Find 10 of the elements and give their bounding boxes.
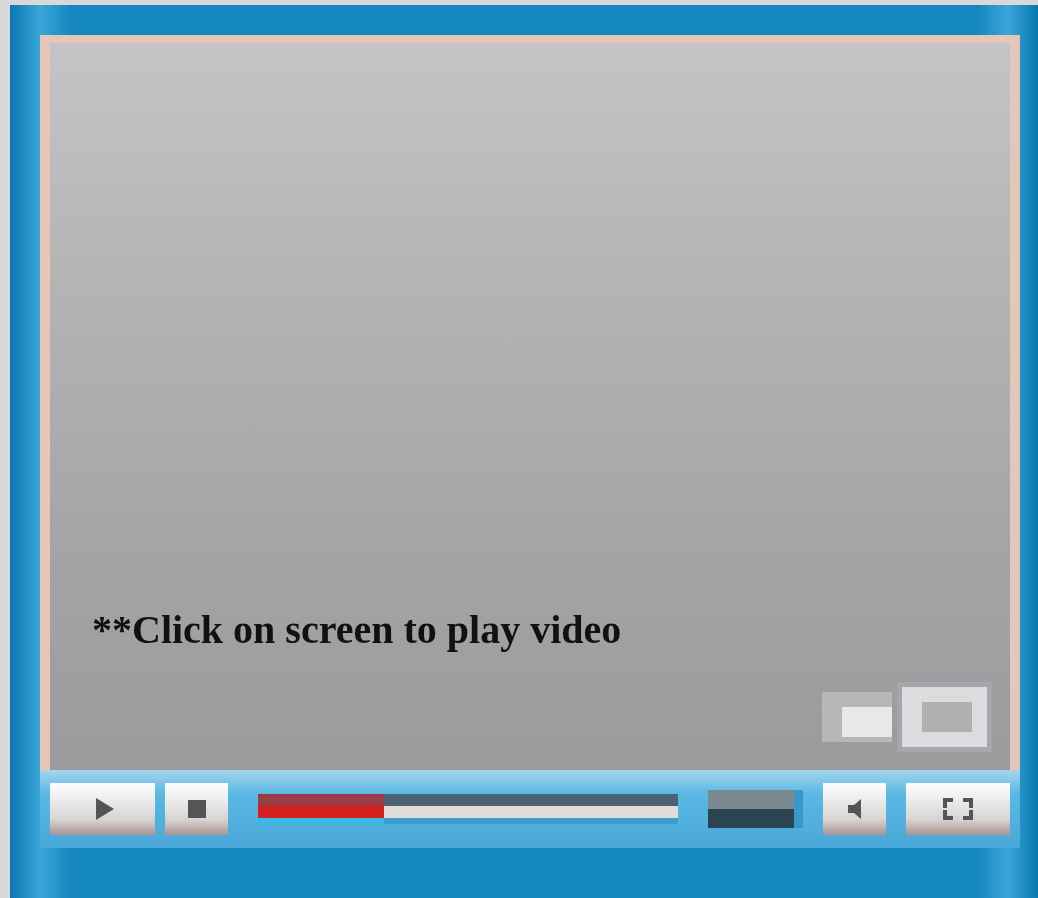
logo-icon xyxy=(822,682,992,752)
fullscreen-button[interactable] xyxy=(906,783,1010,835)
stop-button[interactable] xyxy=(165,783,228,835)
play-button[interactable] xyxy=(50,783,155,835)
play-hint: **Click on screen to play video xyxy=(92,606,623,654)
speaker-icon xyxy=(848,799,861,819)
fullscreen-icon xyxy=(941,796,975,822)
progress-bar[interactable] xyxy=(258,794,678,824)
mute-button[interactable] xyxy=(823,783,886,835)
video-screen[interactable]: **Click on screen to play video xyxy=(50,43,1010,770)
